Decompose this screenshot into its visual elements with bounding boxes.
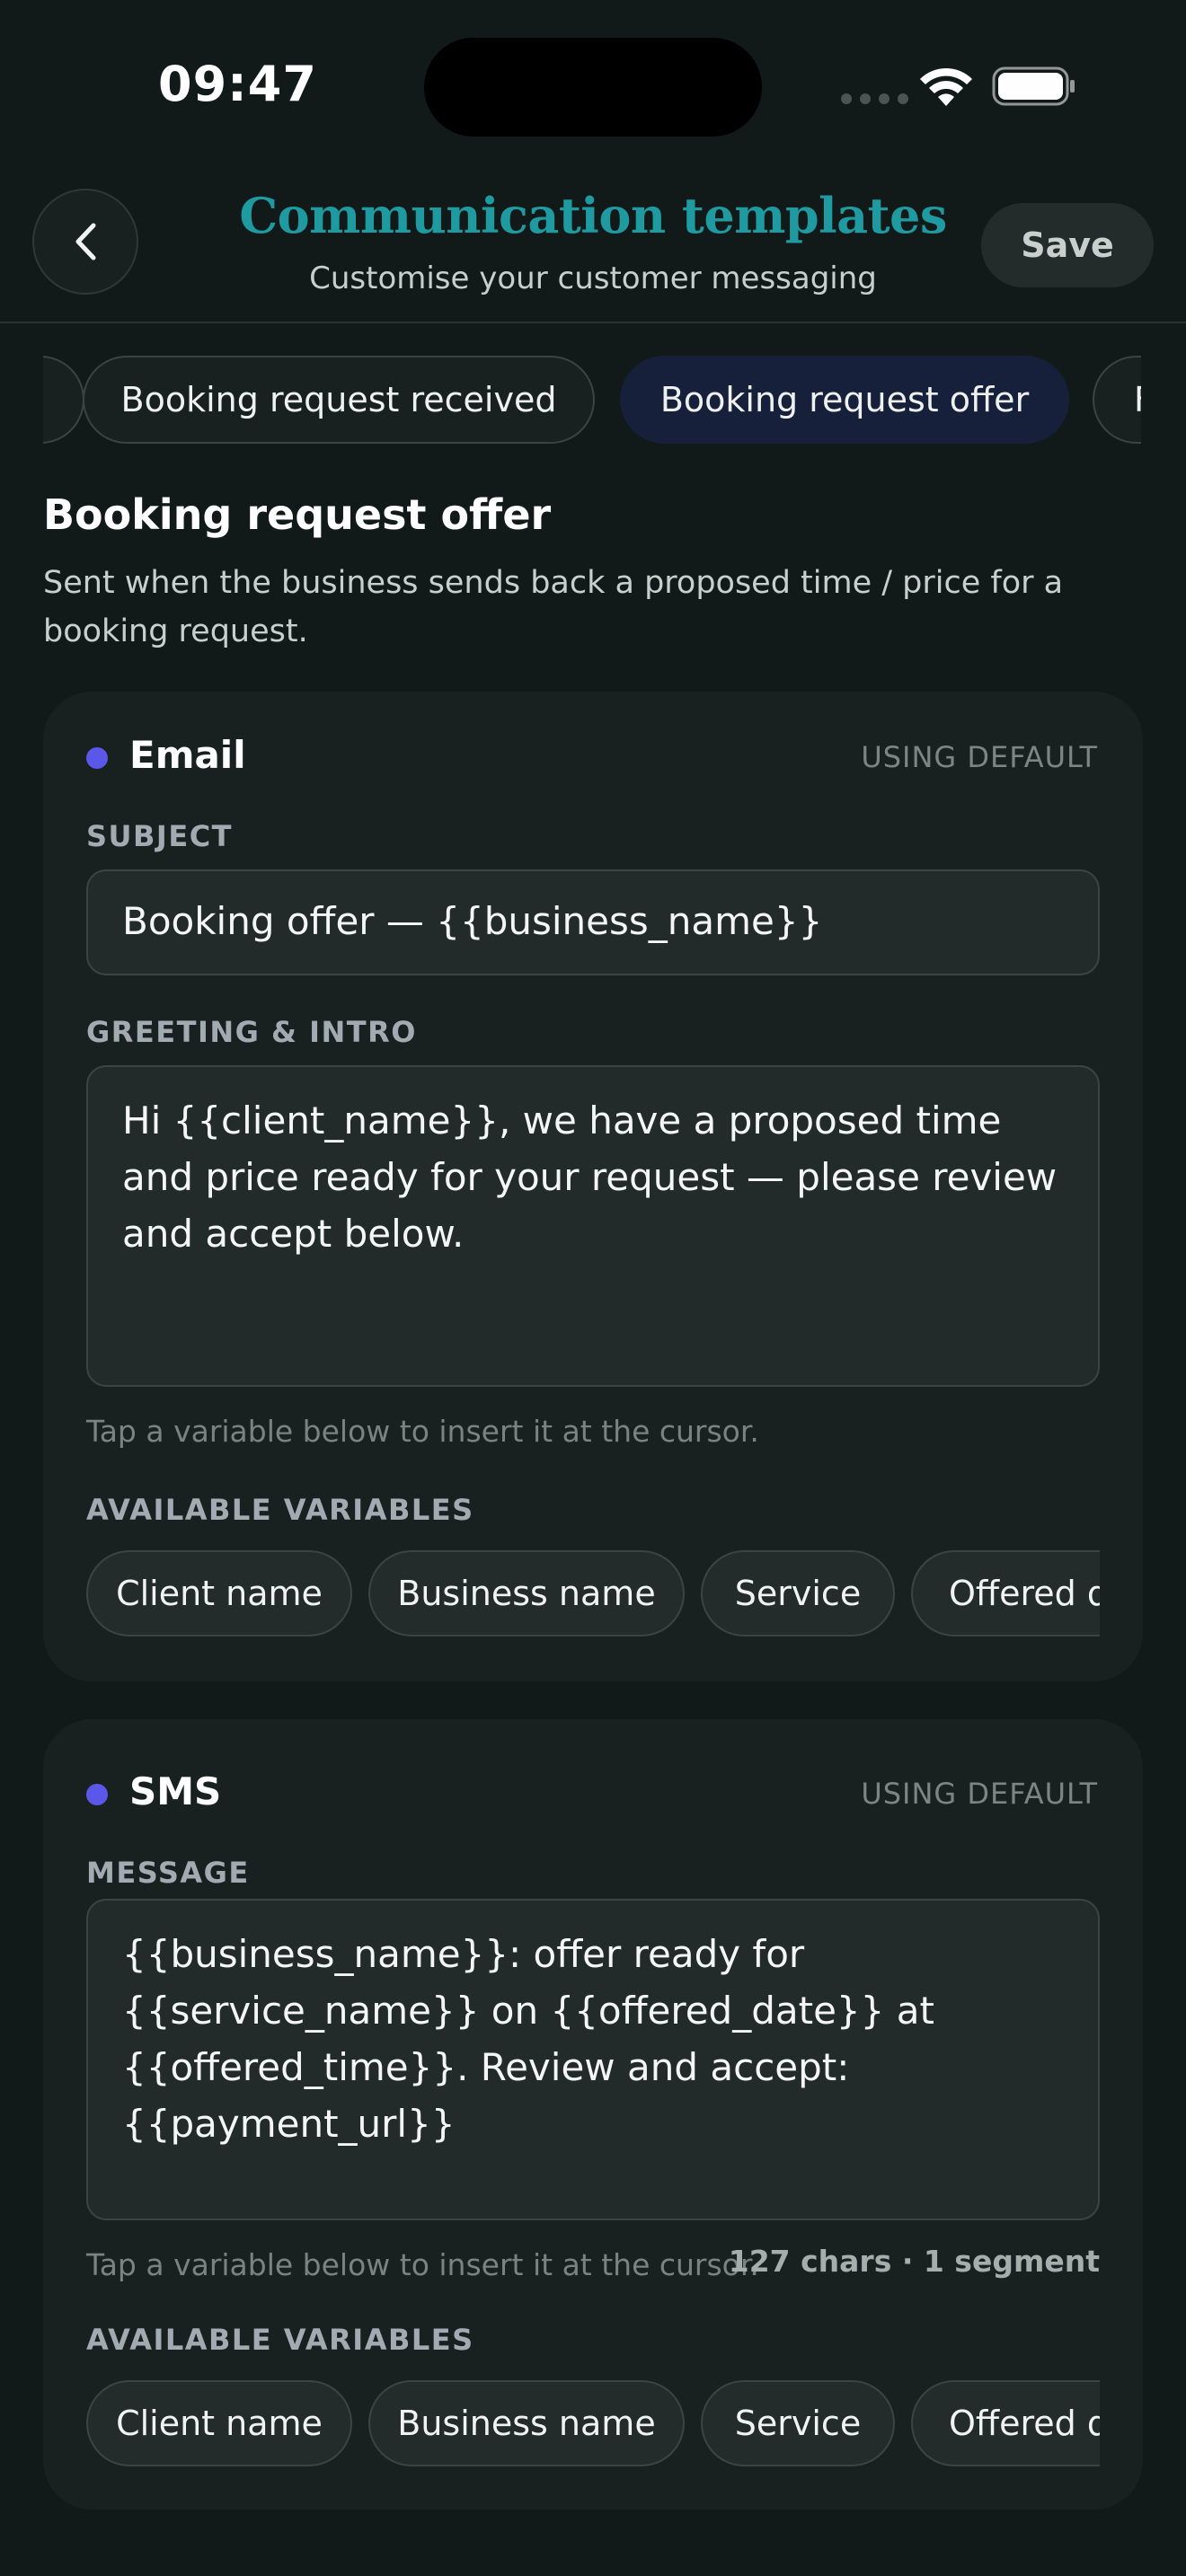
sms-insert-hint: Tap a variable below to insert it at the… bbox=[86, 2247, 759, 2282]
email-variables-label: AVAILABLE VARIABLES bbox=[86, 1493, 474, 1527]
email-channel-dot bbox=[86, 747, 108, 769]
sms-template-card: SMS USING DEFAULT MESSAGE {{business_nam… bbox=[43, 1719, 1143, 2510]
sms-channel-dot bbox=[86, 1784, 108, 1805]
section-description: Sent when the business sends back a prop… bbox=[43, 565, 1064, 649]
email-template-card: Email USING DEFAULT SUBJECT Booking offe… bbox=[43, 692, 1143, 1681]
variable-chip-business-name[interactable]: Business name bbox=[368, 2380, 685, 2466]
page-subtitle: Customise your customer messaging bbox=[309, 260, 877, 296]
tab-booking-request-received[interactable]: Booking request received bbox=[83, 356, 595, 444]
save-button[interactable]: Save bbox=[981, 203, 1154, 287]
tab-next[interactable]: F bbox=[1093, 356, 1141, 444]
greeting-textarea[interactable]: Hi {{client_name}}, we have a proposed t… bbox=[86, 1065, 1100, 1387]
variable-chip-service[interactable]: Service bbox=[701, 2380, 895, 2466]
email-default-badge: USING DEFAULT bbox=[861, 740, 1098, 774]
section-title: Booking request offer bbox=[43, 490, 552, 539]
header-titles: Communication templates Customise your c… bbox=[234, 187, 952, 296]
message-label: MESSAGE bbox=[86, 1856, 250, 1890]
status-bar: 09:47 bbox=[0, 0, 1186, 171]
back-button[interactable] bbox=[32, 189, 138, 295]
sms-channel-label: SMS bbox=[129, 1769, 222, 1813]
email-channel-label: Email bbox=[129, 733, 246, 777]
page-title: Communication templates bbox=[239, 187, 947, 244]
status-time: 09:47 bbox=[158, 56, 317, 112]
subject-label: SUBJECT bbox=[86, 819, 233, 853]
tab-booking-request-offer[interactable]: Booking request offer bbox=[620, 356, 1069, 444]
variable-chip-offered-date[interactable]: Offered d bbox=[911, 2380, 1100, 2466]
variable-chip-client-name[interactable]: Client name bbox=[86, 2380, 352, 2466]
wifi-icon bbox=[920, 67, 972, 106]
cellular-signal-icon bbox=[841, 93, 908, 104]
variable-chip-offered-date[interactable]: Offered d bbox=[911, 1550, 1100, 1636]
chevron-left-icon bbox=[75, 223, 96, 260]
variable-chip-client-name[interactable]: Client name bbox=[86, 1550, 352, 1636]
sms-message-textarea[interactable]: {{business_name}}: offer ready for {{ser… bbox=[86, 1899, 1100, 2220]
sms-variables-label: AVAILABLE VARIABLES bbox=[86, 2323, 474, 2357]
sms-char-count: 127 chars · 1 segment bbox=[728, 2244, 1100, 2279]
template-tabs[interactable]: Booking request received Booking request… bbox=[43, 354, 1141, 447]
sms-variables-strip[interactable]: Client name Business name Service Offere… bbox=[86, 2378, 1100, 2468]
battery-icon bbox=[992, 66, 1075, 106]
email-insert-hint: Tap a variable below to insert it at the… bbox=[86, 1414, 759, 1449]
email-variables-strip[interactable]: Client name Business name Service Offere… bbox=[86, 1548, 1100, 1638]
greeting-label: GREETING & INTRO bbox=[86, 1015, 417, 1049]
variable-chip-business-name[interactable]: Business name bbox=[368, 1550, 685, 1636]
sms-default-badge: USING DEFAULT bbox=[861, 1777, 1098, 1811]
header-divider bbox=[0, 322, 1186, 323]
dynamic-island bbox=[424, 38, 762, 137]
tab-previous[interactable] bbox=[43, 356, 84, 444]
subject-input[interactable]: Booking offer — {{business_name}} bbox=[86, 869, 1100, 975]
variable-chip-service[interactable]: Service bbox=[701, 1550, 895, 1636]
